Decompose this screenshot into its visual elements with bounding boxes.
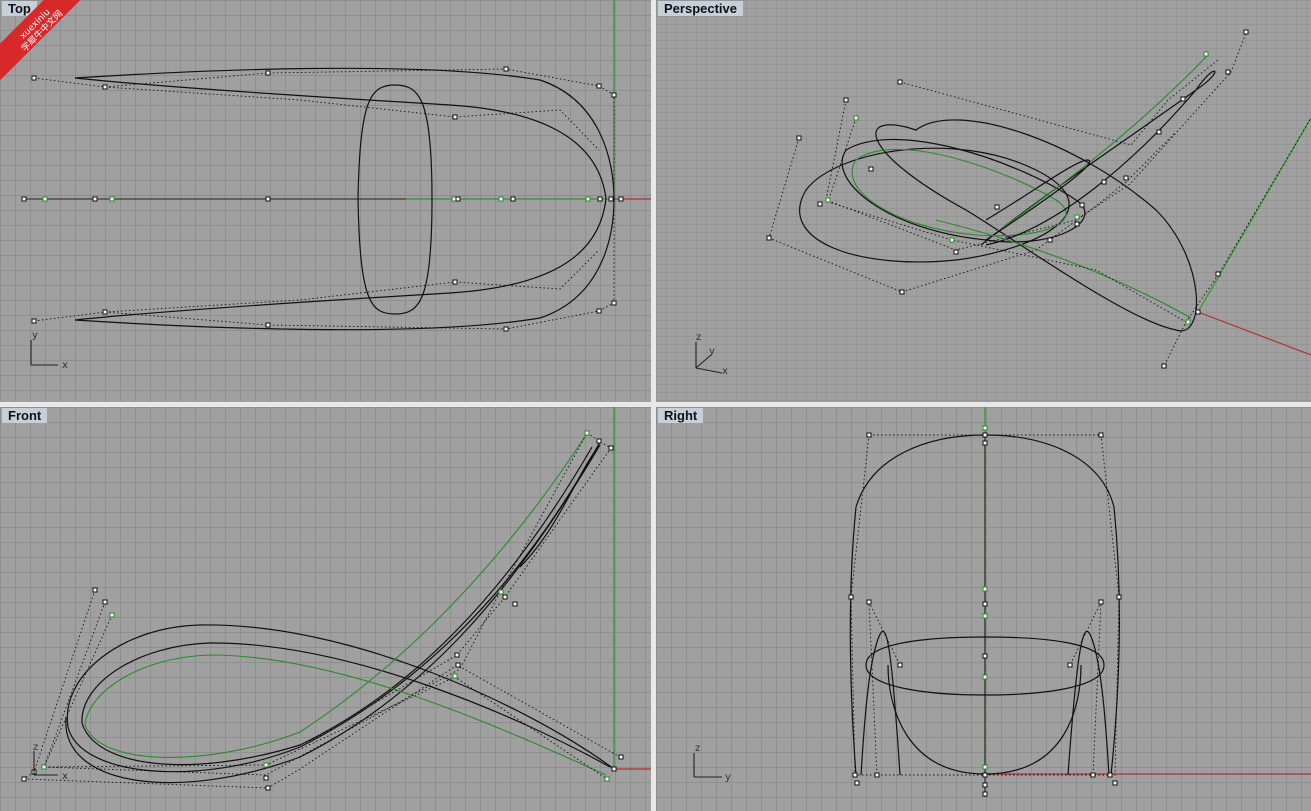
axis-icon-x-label: x [62,771,68,782]
lower-rail-inner[interactable] [74,198,607,321]
front-middle-rail[interactable] [81,446,611,768]
persp-cage-3 [825,32,1247,251]
persp-cage-1 [899,59,1219,146]
right-scene[interactable]: z y [656,407,1311,811]
world-x-axis [1197,311,1311,356]
upper-rail-outer[interactable] [74,67,615,200]
front-outer-rail[interactable] [66,441,615,773]
axis-icon-z-label: z [33,742,38,753]
axis-icon-z-label: z [695,743,700,754]
right-viewport[interactable]: z y Right [656,407,1311,811]
persp-back-rail-selected[interactable] [985,54,1209,241]
viewport-title-front[interactable]: Front [2,408,48,423]
right-cage-right [1069,434,1120,776]
top-scene[interactable]: y x [0,0,651,402]
persp-cage-5 [1185,117,1311,323]
front-cage-2 [22,589,621,789]
persp-control-points[interactable] [766,29,1249,369]
perspective-scene[interactable]: z y x [656,0,1311,402]
axis-icon-z-label: z [696,332,701,343]
front-viewport[interactable]: z x Front [0,407,651,811]
front-axis-icon: z x [33,742,68,782]
axis-icon-x-label: x [722,366,728,377]
watermark-logo: xuexiniu 学犀牛中文网 [0,0,80,80]
lower-rail-outer[interactable] [74,198,615,331]
front-control-points[interactable] [21,430,624,791]
top-viewport[interactable]: y x Top xuexiniu 学犀牛中文网 [0,0,651,402]
perspective-viewport[interactable]: z y x Perspective [656,0,1311,402]
front-cage-1 [299,432,612,748]
right-axis-icon: z y [693,743,731,783]
axis-icon-y-label: y [32,330,38,341]
lower-cage [33,199,615,330]
front-selected-rail[interactable] [84,434,607,776]
axis-icon-y-label: y [709,346,715,357]
upper-rail-inner[interactable] [74,77,607,200]
viewport-title-perspective[interactable]: Perspective [658,1,743,16]
axis-icon-y-label: y [725,772,731,783]
front-cage-3 [43,432,588,776]
front-scene[interactable]: z x [0,407,651,811]
persp-axis-icon: z y x [695,332,728,377]
front-outer-rail-lower[interactable] [65,444,601,784]
persp-cage-2 [768,131,1177,293]
upper-inner-cage [104,86,600,151]
viewport-title-right[interactable]: Right [658,408,704,423]
world-y-axis [1197,117,1311,313]
axis-icon-x-label: x [62,360,68,371]
top-axis-icon: y x [30,330,68,371]
right-cage-left [850,434,901,776]
